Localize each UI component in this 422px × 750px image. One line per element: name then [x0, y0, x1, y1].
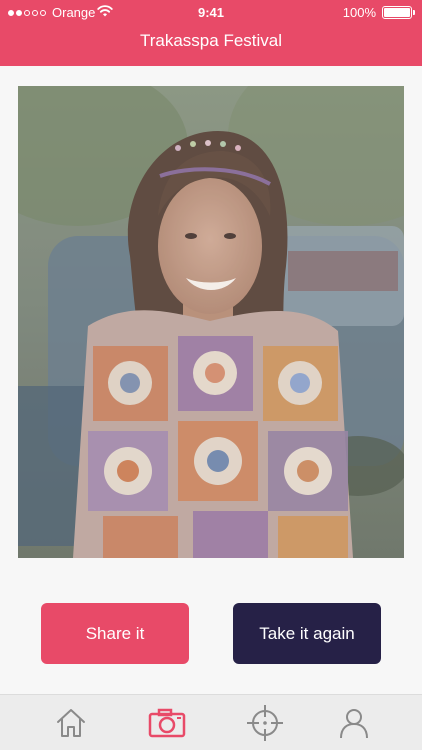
tab-profile[interactable]	[334, 703, 374, 743]
tab-camera[interactable]	[147, 703, 187, 743]
photo-image	[18, 86, 404, 558]
home-icon	[57, 709, 85, 737]
status-bar: Orange 9:41 100%	[0, 0, 422, 24]
profile-icon	[340, 709, 368, 739]
take-again-button[interactable]: Take it again	[233, 603, 381, 664]
page-title: Trakasspa Festival	[139, 31, 283, 50]
app-header: Orange 9:41 100% Trakasspa Festival	[0, 0, 422, 66]
tab-home[interactable]	[51, 703, 91, 743]
battery-icon	[382, 6, 415, 19]
share-button[interactable]: Share it	[41, 603, 189, 664]
battery-indicator: 100%	[342, 5, 415, 20]
camera-icon	[148, 708, 186, 738]
crosshair-icon	[247, 705, 283, 741]
tab-locate[interactable]	[245, 703, 285, 743]
photo-preview	[18, 86, 404, 558]
battery-percent: 100%	[342, 5, 376, 20]
tab-bar	[0, 694, 422, 750]
